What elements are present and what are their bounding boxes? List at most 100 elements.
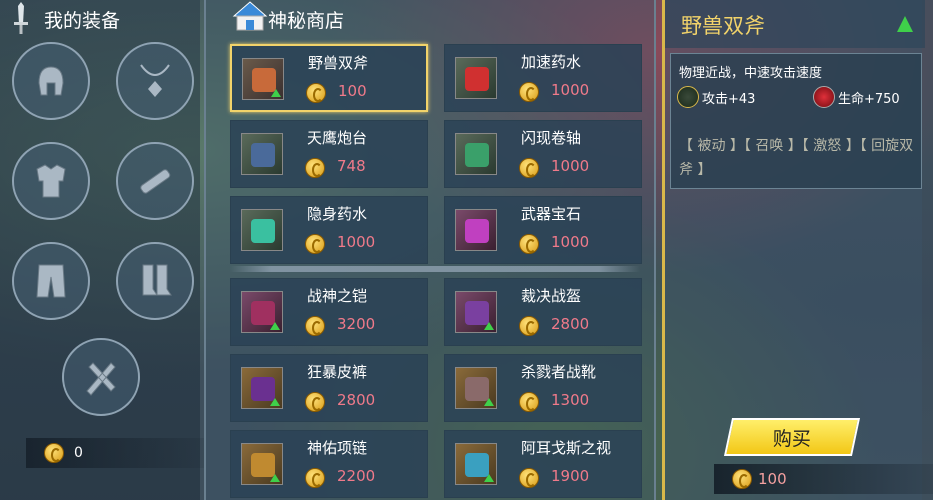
blood-drop-icon xyxy=(813,86,835,108)
item-icon xyxy=(455,291,497,333)
item-price: 1000 xyxy=(551,157,590,175)
attack-value: 攻击+43 xyxy=(702,91,756,107)
item-name: 战神之铠 xyxy=(307,287,368,305)
item-name: 裁决战盔 xyxy=(521,287,582,305)
pants-slot[interactable] xyxy=(12,242,90,320)
upgrade-arrow-icon xyxy=(484,398,494,406)
hp-stat: 生命+750 xyxy=(813,86,900,108)
shop-item[interactable]: 战神之铠 3200 xyxy=(230,278,428,346)
item-icon xyxy=(241,367,283,409)
shop-item[interactable]: 武器宝石 1000 xyxy=(444,196,642,264)
sword-icon xyxy=(14,2,28,34)
gold-coin-icon xyxy=(519,468,539,488)
item-glyph-icon xyxy=(251,219,275,243)
equipment-panel: 我的装备 0 xyxy=(0,0,206,500)
gold-balance: 0 xyxy=(26,438,206,468)
detail-description: 物理近战，中速攻击速度 xyxy=(679,66,823,81)
gold-coin-icon xyxy=(305,158,325,178)
item-icon xyxy=(241,291,283,333)
crossed-weapons-icon xyxy=(86,362,116,396)
item-price: 1000 xyxy=(551,81,590,99)
item-icon xyxy=(241,209,283,251)
item-name: 野兽双斧 xyxy=(308,54,369,72)
buy-button[interactable]: 购买 xyxy=(723,418,861,456)
item-icon xyxy=(455,209,497,251)
buy-label: 购买 xyxy=(772,427,811,450)
item-price: 1300 xyxy=(551,391,590,409)
shop-item[interactable]: 阿耳戈斯之视 1900 xyxy=(444,430,642,498)
armor-slot[interactable] xyxy=(12,142,90,220)
attack-stat: 攻击+43 xyxy=(677,86,755,108)
boots-icon xyxy=(142,264,172,296)
boots-slot[interactable] xyxy=(116,242,194,320)
item-name: 天鹰炮台 xyxy=(307,129,368,147)
upgrade-arrow-icon xyxy=(484,474,494,482)
shop-item[interactable]: 隐身药水 1000 xyxy=(230,196,428,264)
item-name: 武器宝石 xyxy=(521,205,582,223)
gold-coin-icon xyxy=(306,83,326,103)
gold-coin-icon xyxy=(519,158,539,178)
gold-coin-icon xyxy=(305,392,325,412)
shop-item[interactable]: 加速药水 1000 xyxy=(444,44,642,112)
equipment-title: 我的装备 xyxy=(44,10,121,32)
item-price: 2800 xyxy=(337,391,376,409)
item-icon xyxy=(455,57,497,99)
item-price: 2200 xyxy=(337,467,376,485)
item-name: 隐身药水 xyxy=(307,205,368,223)
shop-item[interactable]: 神佑项链 2200 xyxy=(230,430,428,498)
detail-box: 物理近战，中速攻击速度 攻击+43 生命+750 【 被动 】【 召唤 】【 激… xyxy=(670,53,922,189)
upgrade-arrow-icon xyxy=(897,16,913,32)
item-icon xyxy=(241,443,283,485)
gold-amount: 0 xyxy=(74,445,83,461)
item-name: 杀戮者战靴 xyxy=(521,363,597,381)
necklace-icon xyxy=(140,64,170,97)
item-glyph-icon xyxy=(251,143,275,167)
detail-item-name: 野兽双斧 xyxy=(681,14,765,38)
item-icon xyxy=(241,133,283,175)
shop-item[interactable]: 杀戮者战靴 1300 xyxy=(444,354,642,422)
gold-coin-icon xyxy=(519,234,539,254)
shop-item[interactable]: 狂暴皮裤 2800 xyxy=(230,354,428,422)
gold-coin-icon xyxy=(519,82,539,102)
necklace-slot[interactable] xyxy=(116,42,194,120)
item-price: 2800 xyxy=(551,315,590,333)
item-price: 3200 xyxy=(337,315,376,333)
pants-icon xyxy=(36,264,66,298)
gold-coin-icon xyxy=(305,234,325,254)
weapon-slot[interactable] xyxy=(62,338,140,416)
shop-tent-icon xyxy=(232,1,268,31)
shop-item[interactable]: 裁决战盔 2800 xyxy=(444,278,642,346)
item-glyph-icon xyxy=(465,219,489,243)
item-icon xyxy=(455,443,497,485)
item-price: 1000 xyxy=(551,233,590,251)
item-name: 狂暴皮裤 xyxy=(307,363,368,381)
shop-item[interactable]: 天鹰炮台 748 xyxy=(230,120,428,188)
upgrade-arrow-icon xyxy=(270,322,280,330)
item-name: 神佑项链 xyxy=(307,439,368,457)
shop-title: 神秘商店 xyxy=(268,10,345,32)
helmet-slot[interactable] xyxy=(12,42,90,120)
upgrade-arrow-icon xyxy=(270,474,280,482)
upgrade-arrow-icon xyxy=(270,398,280,406)
gold-coin-icon xyxy=(305,468,325,488)
item-name: 闪现卷轴 xyxy=(521,129,582,147)
item-price: 748 xyxy=(337,157,366,175)
shop-item[interactable]: 闪现卷轴 1000 xyxy=(444,120,642,188)
shop-item[interactable]: 野兽双斧 100 xyxy=(230,44,428,112)
item-name: 加速药水 xyxy=(521,53,582,71)
item-icon xyxy=(455,367,497,409)
sword-stat-icon xyxy=(677,86,699,108)
item-glyph-icon xyxy=(465,143,489,167)
gold-coin-icon xyxy=(305,316,325,336)
item-price: 100 xyxy=(338,82,367,100)
item-icon xyxy=(242,58,284,100)
accessory-slot[interactable] xyxy=(116,142,194,220)
armor-icon xyxy=(36,164,66,198)
item-price: 1000 xyxy=(337,233,376,251)
item-icon xyxy=(455,133,497,175)
skill-tags: 【 被动 】【 召唤 】【 激怒 】【 回旋双斧 】 xyxy=(679,138,914,178)
spyglass-icon xyxy=(140,169,171,194)
gold-coin-icon xyxy=(44,443,64,463)
detail-header: 野兽双斧 xyxy=(665,0,925,48)
cost-value: 100 xyxy=(758,470,787,488)
